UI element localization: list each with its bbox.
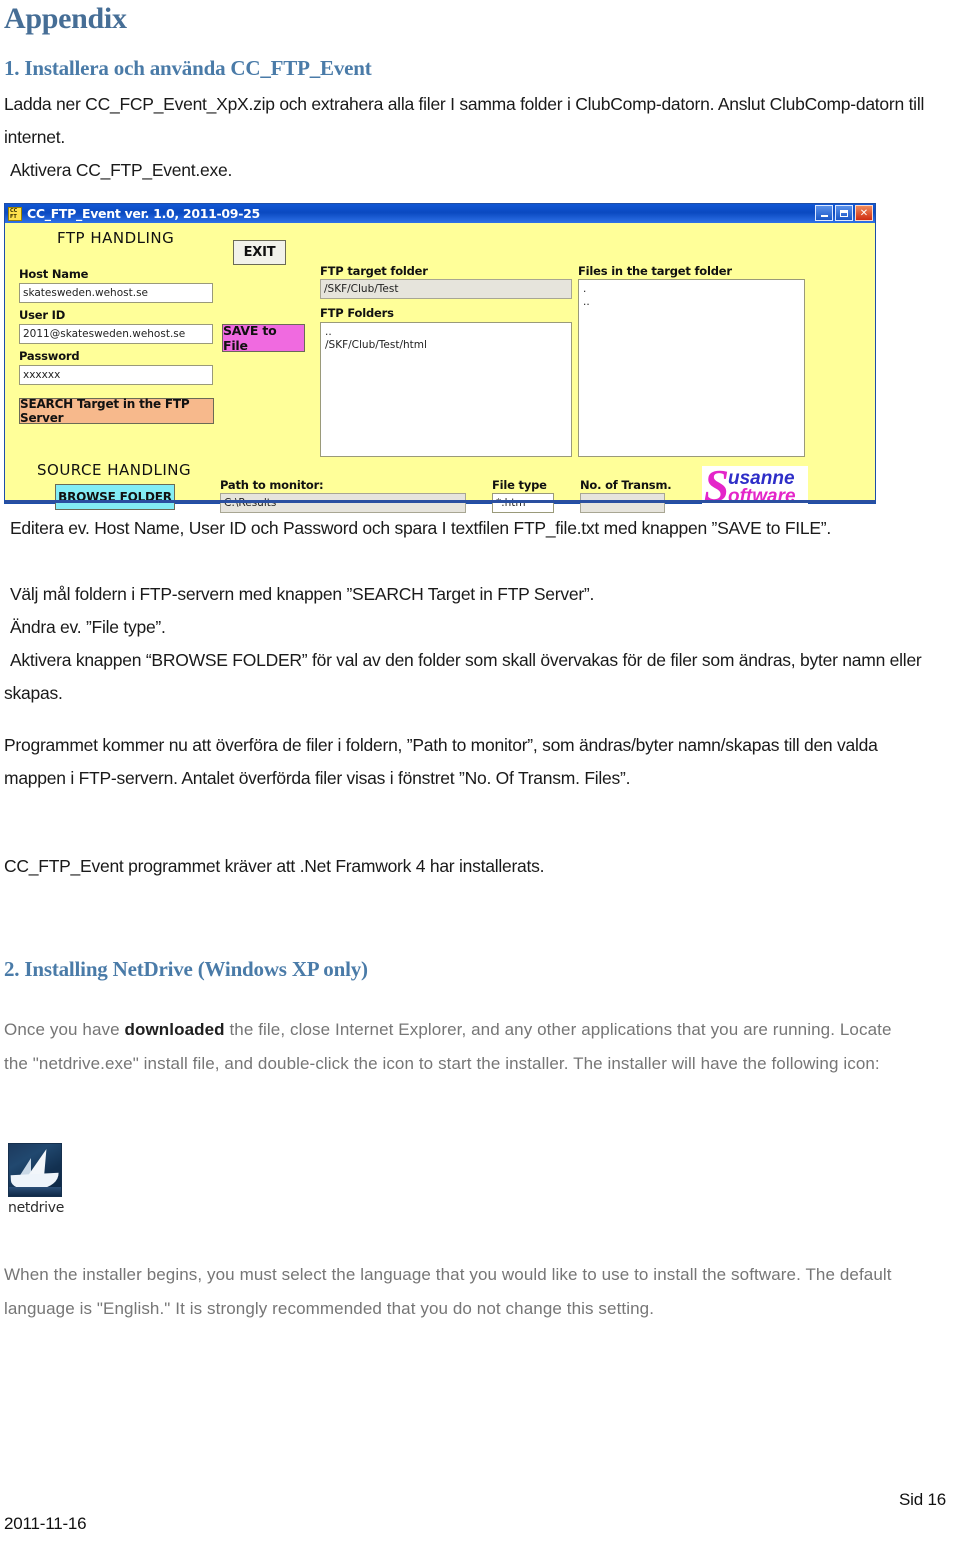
app-icon: CC FT [8,206,22,221]
document-page: Appendix 1. Installera och använda CC_FT… [0,0,960,1543]
section-1-para-8: CC_FTP_Event programmet kräver att .Net … [4,856,545,876]
close-button[interactable]: ✕ [855,205,873,221]
path-to-monitor-value: C:\Results [220,493,466,513]
host-name-input[interactable]: skatesweden.wehost.se [19,283,213,303]
section-2-para-1-before: Once you have [4,1020,125,1039]
list-item[interactable]: /SKF/Club/Test/html [325,339,567,352]
section-1-para-2: Aktivera CC_FTP_Event.exe. [10,160,233,180]
section-2-para-1: Once you have downloaded the file, close… [4,1013,904,1080]
netdrive-icon-label: netdrive [8,1200,65,1216]
list-item[interactable]: .. [583,296,800,309]
minimize-icon [820,215,828,217]
section-1-para-6: Aktivera knappen “BROWSE FOLDER” för val… [4,650,922,703]
water-shape [9,1187,61,1196]
path-to-monitor-label: Path to monitor: [220,478,324,492]
list-item[interactable]: .. [325,326,567,339]
target-files-list[interactable]: . .. [578,279,805,457]
save-to-file-button[interactable]: SAVE to File [222,323,305,353]
no-of-transm-value [580,493,665,513]
app-icon-line2: FT [10,213,17,220]
user-id-input[interactable]: 2011@skatesweden.wehost.se [19,324,213,344]
password-label: Password [19,349,80,363]
section-2-heading: 2. Installing NetDrive (Windows XP only) [4,957,368,981]
section-2-para-2: When the installer begins, you must sele… [4,1265,892,1318]
ftp-folders-list[interactable]: .. /SKF/Club/Test/html [320,322,572,457]
logo-word-2: oftware [728,486,796,507]
window-body: FTP HANDLING Host Name skatesweden.wehos… [5,223,875,513]
section-1-para-1: Ladda ner CC_FCP_Event_XpX.zip och extra… [4,94,925,147]
footer-page-number: Sid 16 [898,1490,946,1509]
section-1-para-3: Editera ev. Host Name, User ID och Passw… [10,518,831,538]
footer-date: 2011-11-16 [4,1514,87,1533]
window-titlebar: CC FT CC_FTP_Event ver. 1.0, 2011-09-25 … [5,204,875,223]
target-files-label: Files in the target folder [578,264,732,278]
maximize-button[interactable] [835,205,853,221]
netdrive-icon [8,1143,62,1197]
file-type-input[interactable]: *.htm [492,493,554,513]
downloaded-emphasis: downloaded [124,1020,225,1039]
ftp-target-folder-value: /SKF/Club/Test [320,279,572,299]
page-title: Appendix [4,2,127,35]
ftp-handling-title: FTP HANDLING [57,229,175,247]
source-handling-title: SOURCE HANDLING [37,461,192,479]
section-1-para-5: Ändra ev. ”File type”. [10,617,166,637]
search-target-button[interactable]: SEARCH Target in the FTP Server [19,397,214,425]
password-input[interactable]: xxxxxx [19,365,213,385]
window-controls: ✕ [815,205,873,221]
user-id-label: User ID [19,308,66,322]
section-1-para-4: Välj mål foldern i FTP-servern med knapp… [10,584,595,604]
exit-button[interactable]: EXIT [233,240,286,265]
browse-folder-button[interactable]: BROWSE FOLDER [55,484,175,510]
window-title: CC_FTP_Event ver. 1.0, 2011-09-25 [27,206,260,221]
cc-ftp-event-window: CC FT CC_FTP_Event ver. 1.0, 2011-09-25 … [4,203,876,513]
ftp-target-folder-label: FTP target folder [320,264,428,278]
netdrive-icon-block: netdrive [8,1143,88,1216]
no-of-transm-label: No. of Transm. [580,478,672,492]
section-1-heading: 1. Installera och använda CC_FTP_Event [4,56,372,80]
ftp-folders-label: FTP Folders [320,306,394,320]
file-type-label: File type [492,478,547,492]
window-bottom-border [5,500,875,503]
host-name-label: Host Name [19,267,89,281]
list-item[interactable]: . [583,283,800,296]
close-icon: ✕ [859,207,869,219]
minimize-button[interactable] [815,205,833,221]
maximize-icon [840,209,848,217]
section-1-para-7: Programmet kommer nu att överföra de fil… [4,735,878,788]
